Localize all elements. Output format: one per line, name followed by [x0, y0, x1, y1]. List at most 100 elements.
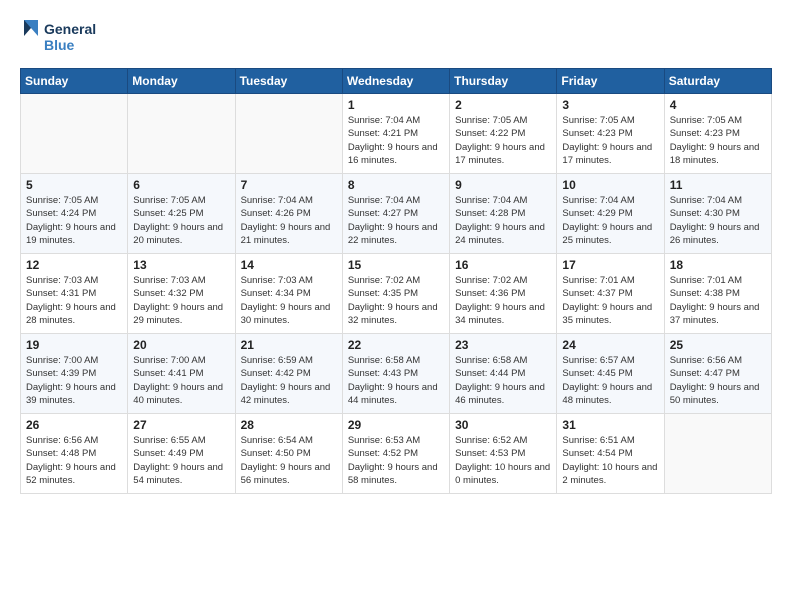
day-number: 15: [348, 258, 444, 272]
calendar-cell: 17Sunrise: 7:01 AMSunset: 4:37 PMDayligh…: [557, 254, 664, 334]
day-number: 7: [241, 178, 337, 192]
day-info: Sunrise: 6:56 AMSunset: 4:48 PMDaylight:…: [26, 434, 122, 487]
svg-text:Blue: Blue: [44, 37, 75, 53]
day-number: 9: [455, 178, 551, 192]
day-info: Sunrise: 7:05 AMSunset: 4:23 PMDaylight:…: [562, 114, 658, 167]
day-info: Sunrise: 7:04 AMSunset: 4:30 PMDaylight:…: [670, 194, 766, 247]
day-info: Sunrise: 6:56 AMSunset: 4:47 PMDaylight:…: [670, 354, 766, 407]
day-info: Sunrise: 7:05 AMSunset: 4:25 PMDaylight:…: [133, 194, 229, 247]
logo: GeneralBlue: [20, 16, 100, 58]
day-info: Sunrise: 7:04 AMSunset: 4:21 PMDaylight:…: [348, 114, 444, 167]
day-number: 19: [26, 338, 122, 352]
svg-text:General: General: [44, 21, 96, 37]
header: GeneralBlue: [20, 16, 772, 58]
day-info: Sunrise: 6:58 AMSunset: 4:44 PMDaylight:…: [455, 354, 551, 407]
calendar-cell: [664, 414, 771, 494]
day-number: 28: [241, 418, 337, 432]
day-number: 20: [133, 338, 229, 352]
calendar-cell: 29Sunrise: 6:53 AMSunset: 4:52 PMDayligh…: [342, 414, 449, 494]
calendar-cell: 25 Sunrise: 6:56 AMSunset: 4:47 PMDayligh…: [664, 334, 771, 414]
day-number: 14: [241, 258, 337, 272]
calendar-week-4: 19 Sunrise: 7:00 AMSunset: 4:39 PMDayligh…: [21, 334, 772, 414]
calendar-cell: 3 Sunrise: 7:05 AMSunset: 4:23 PMDaylight…: [557, 94, 664, 174]
day-info: Sunrise: 6:59 AMSunset: 4:42 PMDaylight:…: [241, 354, 337, 407]
day-number: 23: [455, 338, 551, 352]
calendar-cell: 31Sunrise: 6:51 AMSunset: 4:54 PMDayligh…: [557, 414, 664, 494]
calendar-cell: 23 Sunrise: 6:58 AMSunset: 4:44 PMDayligh…: [450, 334, 557, 414]
day-info: Sunrise: 7:00 AMSunset: 4:41 PMDaylight:…: [133, 354, 229, 407]
calendar-week-3: 12Sunrise: 7:03 AMSunset: 4:31 PMDayligh…: [21, 254, 772, 334]
day-info: Sunrise: 7:03 AMSunset: 4:32 PMDaylight:…: [133, 274, 229, 327]
calendar-cell: 14Sunrise: 7:03 AMSunset: 4:34 PMDayligh…: [235, 254, 342, 334]
weekday-header-monday: Monday: [128, 69, 235, 94]
day-number: 27: [133, 418, 229, 432]
calendar-cell: 1 Sunrise: 7:04 AMSunset: 4:21 PMDaylight…: [342, 94, 449, 174]
calendar-cell: 4 Sunrise: 7:05 AMSunset: 4:23 PMDaylight…: [664, 94, 771, 174]
calendar-cell: 15 Sunrise: 7:02 AMSunset: 4:35 PMDayligh…: [342, 254, 449, 334]
calendar-cell: 16Sunrise: 7:02 AMSunset: 4:36 PMDayligh…: [450, 254, 557, 334]
day-info: Sunrise: 7:02 AMSunset: 4:35 PMDaylight:…: [348, 274, 444, 327]
calendar-cell: 13 Sunrise: 7:03 AMSunset: 4:32 PMDayligh…: [128, 254, 235, 334]
day-number: 11: [670, 178, 766, 192]
calendar-cell: [235, 94, 342, 174]
page: GeneralBlue SundayMondayTuesdayWednesday…: [0, 0, 792, 612]
calendar-cell: 26 Sunrise: 6:56 AMSunset: 4:48 PMDayligh…: [21, 414, 128, 494]
calendar-cell: 28 Sunrise: 6:54 AMSunset: 4:50 PMDayligh…: [235, 414, 342, 494]
calendar-week-2: 5 Sunrise: 7:05 AMSunset: 4:24 PMDaylight…: [21, 174, 772, 254]
day-number: 30: [455, 418, 551, 432]
calendar-cell: 2Sunrise: 7:05 AMSunset: 4:22 PMDaylight…: [450, 94, 557, 174]
day-number: 1: [348, 98, 444, 112]
calendar-cell: 21 Sunrise: 6:59 AMSunset: 4:42 PMDayligh…: [235, 334, 342, 414]
day-info: Sunrise: 7:01 AMSunset: 4:37 PMDaylight:…: [562, 274, 658, 327]
calendar-cell: 9Sunrise: 7:04 AMSunset: 4:28 PMDaylight…: [450, 174, 557, 254]
day-info: Sunrise: 7:01 AMSunset: 4:38 PMDaylight:…: [670, 274, 766, 327]
day-number: 3: [562, 98, 658, 112]
day-info: Sunrise: 7:05 AMSunset: 4:22 PMDaylight:…: [455, 114, 551, 167]
weekday-header-wednesday: Wednesday: [342, 69, 449, 94]
weekday-header-friday: Friday: [557, 69, 664, 94]
weekday-header-row: SundayMondayTuesdayWednesdayThursdayFrid…: [21, 69, 772, 94]
calendar-cell: 18 Sunrise: 7:01 AMSunset: 4:38 PMDayligh…: [664, 254, 771, 334]
day-info: Sunrise: 6:58 AMSunset: 4:43 PMDaylight:…: [348, 354, 444, 407]
weekday-header-sunday: Sunday: [21, 69, 128, 94]
calendar-cell: 12Sunrise: 7:03 AMSunset: 4:31 PMDayligh…: [21, 254, 128, 334]
day-info: Sunrise: 7:05 AMSunset: 4:23 PMDaylight:…: [670, 114, 766, 167]
calendar-cell: 7 Sunrise: 7:04 AMSunset: 4:26 PMDaylight…: [235, 174, 342, 254]
day-info: Sunrise: 7:04 AMSunset: 4:29 PMDaylight:…: [562, 194, 658, 247]
day-number: 4: [670, 98, 766, 112]
calendar-cell: [128, 94, 235, 174]
weekday-header-thursday: Thursday: [450, 69, 557, 94]
calendar-week-1: 1 Sunrise: 7:04 AMSunset: 4:21 PMDaylight…: [21, 94, 772, 174]
calendar-cell: 24 Sunrise: 6:57 AMSunset: 4:45 PMDayligh…: [557, 334, 664, 414]
day-info: Sunrise: 7:00 AMSunset: 4:39 PMDaylight:…: [26, 354, 122, 407]
day-number: 25: [670, 338, 766, 352]
day-number: 26: [26, 418, 122, 432]
day-number: 24: [562, 338, 658, 352]
day-number: 21: [241, 338, 337, 352]
day-info: Sunrise: 6:54 AMSunset: 4:50 PMDaylight:…: [241, 434, 337, 487]
calendar-cell: 6 Sunrise: 7:05 AMSunset: 4:25 PMDaylight…: [128, 174, 235, 254]
day-info: Sunrise: 6:55 AMSunset: 4:49 PMDaylight:…: [133, 434, 229, 487]
day-number: 10: [562, 178, 658, 192]
day-info: Sunrise: 7:05 AMSunset: 4:24 PMDaylight:…: [26, 194, 122, 247]
day-number: 13: [133, 258, 229, 272]
weekday-header-saturday: Saturday: [664, 69, 771, 94]
calendar-cell: 11 Sunrise: 7:04 AMSunset: 4:30 PMDayligh…: [664, 174, 771, 254]
day-number: 8: [348, 178, 444, 192]
day-number: 5: [26, 178, 122, 192]
logo-svg: GeneralBlue: [20, 16, 100, 58]
calendar-table: SundayMondayTuesdayWednesdayThursdayFrid…: [20, 68, 772, 494]
calendar-cell: 27 Sunrise: 6:55 AMSunset: 4:49 PMDayligh…: [128, 414, 235, 494]
day-info: Sunrise: 7:03 AMSunset: 4:31 PMDaylight:…: [26, 274, 122, 327]
calendar-cell: 5 Sunrise: 7:05 AMSunset: 4:24 PMDaylight…: [21, 174, 128, 254]
day-info: Sunrise: 7:04 AMSunset: 4:26 PMDaylight:…: [241, 194, 337, 247]
calendar-cell: 30Sunrise: 6:52 AMSunset: 4:53 PMDayligh…: [450, 414, 557, 494]
day-number: 18: [670, 258, 766, 272]
calendar-cell: 19 Sunrise: 7:00 AMSunset: 4:39 PMDayligh…: [21, 334, 128, 414]
day-info: Sunrise: 6:53 AMSunset: 4:52 PMDaylight:…: [348, 434, 444, 487]
calendar-cell: 20 Sunrise: 7:00 AMSunset: 4:41 PMDayligh…: [128, 334, 235, 414]
day-info: Sunrise: 6:57 AMSunset: 4:45 PMDaylight:…: [562, 354, 658, 407]
day-number: 6: [133, 178, 229, 192]
day-info: Sunrise: 7:02 AMSunset: 4:36 PMDaylight:…: [455, 274, 551, 327]
day-info: Sunrise: 7:04 AMSunset: 4:27 PMDaylight:…: [348, 194, 444, 247]
